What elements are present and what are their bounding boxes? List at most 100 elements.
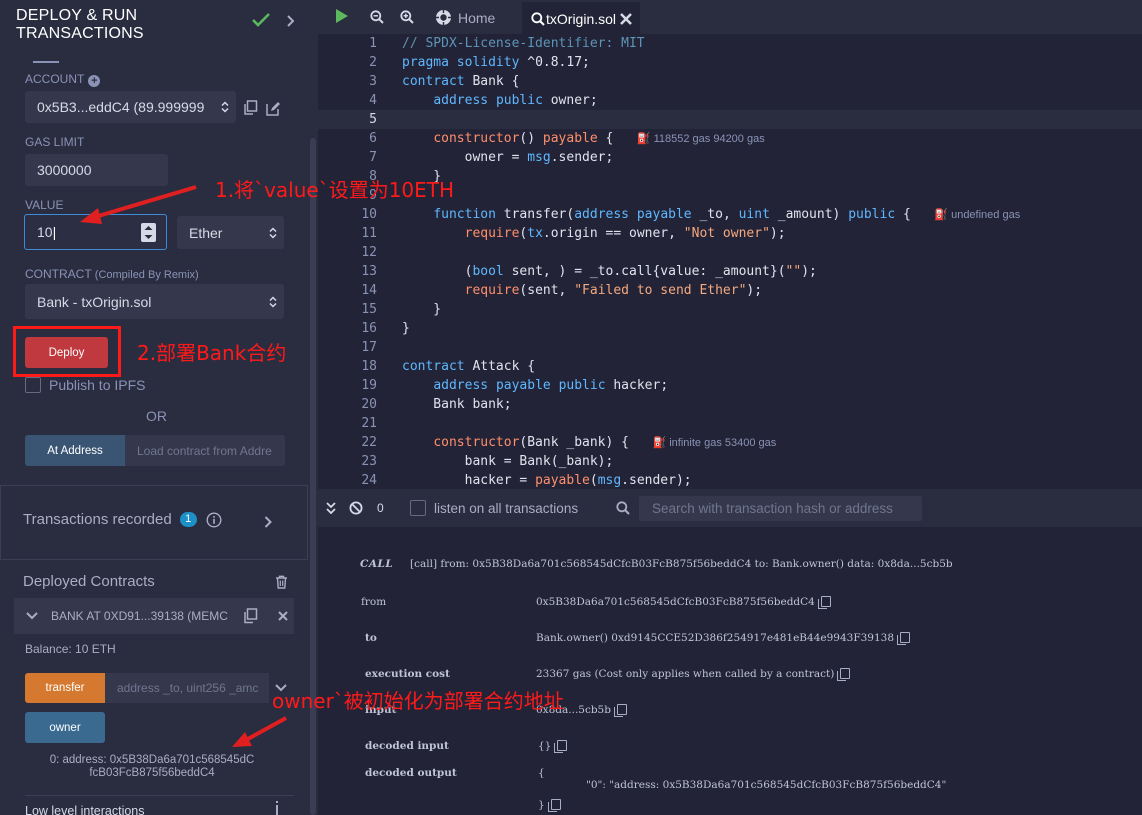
deploy-button[interactable]: Deploy	[25, 337, 108, 368]
clear-console-icon[interactable]	[349, 501, 363, 515]
contract-sublabel: (Compiled By Remix)	[94, 269, 199, 281]
check-icon[interactable]	[252, 13, 270, 27]
panel-title: DEPLOY & RUN TRANSACTIONS	[16, 7, 216, 43]
publish-ipfs-checkbox[interactable]	[25, 377, 41, 393]
or-label: OR	[146, 408, 167, 424]
line-number: 13	[361, 264, 377, 279]
tx-value-text: 0x5B38Da6a701c568545dCfcB03FcB875f56bedd…	[536, 596, 815, 608]
line-number: 17	[361, 340, 377, 355]
at-address-input[interactable]: Load contract from Addre	[125, 435, 285, 466]
owner-result: 0: address: 0x5B38Da6a701c568545dC fcB03…	[37, 754, 267, 780]
instance-header[interactable]: BANK AT 0XD91...39138 (MEMC	[14, 598, 294, 634]
code-line: 11 require(tx.origin == owner, "Not owne…	[318, 224, 1142, 243]
tx-value-text: {}	[538, 740, 552, 752]
value-unit-select[interactable]: Ether	[177, 216, 284, 249]
close-icon[interactable]	[278, 611, 288, 621]
copy-icon[interactable]	[243, 100, 258, 115]
code-line: 20 Bank bank;	[318, 395, 1142, 414]
account-label-text: ACCOUNT	[25, 72, 85, 86]
search-icon	[616, 501, 630, 515]
at-address-button[interactable]: At Address	[25, 435, 125, 466]
line-number: 24	[361, 473, 377, 488]
code-line: 19 address payable public hacker;	[318, 376, 1142, 395]
transactions-recorded-box[interactable]: Transactions recorded 1	[0, 485, 308, 560]
listen-label: listen on all transactions	[434, 501, 579, 516]
code-line: 14 require(sent, "Failed to send Ether")…	[318, 281, 1142, 300]
gas-limit-label: GAS LIMIT	[25, 135, 85, 149]
file-tab-label: txOrigin.sol	[546, 11, 617, 27]
zoom-in-icon[interactable]	[400, 10, 414, 24]
close-icon[interactable]	[620, 13, 632, 25]
copy-icon[interactable]	[554, 740, 568, 753]
code-line: 4 address public owner;	[318, 91, 1142, 110]
annotation-step3: owner`被初始化为部署合约地址	[272, 689, 564, 713]
tx-row-value: 0x5B38Da6a701c568545dCfcB03FcB875f56bedd…	[536, 596, 831, 609]
copy-icon[interactable]	[243, 608, 258, 624]
chevron-down-icon[interactable]	[26, 612, 38, 620]
code-line: 1// SPDX-License-Identifier: MIT	[318, 34, 1142, 53]
collapse-terminal-icon[interactable]	[326, 502, 336, 514]
copy-icon[interactable]	[817, 596, 831, 609]
gas-hint: 118552 gas 94200 gas	[653, 133, 765, 145]
account-label: ACCOUNT +	[25, 72, 101, 87]
publish-ipfs-row: Publish to IPFS	[25, 377, 146, 393]
tx-row-value: 23367 gas (Cost only applies when called…	[536, 668, 851, 681]
copy-icon[interactable]	[613, 704, 627, 717]
owner-button[interactable]: owner	[25, 712, 105, 743]
edit-icon[interactable]	[266, 101, 281, 116]
copy-icon[interactable]	[837, 668, 851, 681]
tx-row-value: {}	[538, 740, 568, 753]
account-select[interactable]: 0x5B3...eddC4 (89.999999	[25, 91, 236, 123]
annotation-step2: 2.部署Bank合约	[137, 341, 287, 365]
code-line: 15 }	[318, 300, 1142, 319]
copy-icon[interactable]	[547, 799, 561, 812]
plus-icon[interactable]: +	[88, 75, 101, 87]
line-number: 6	[369, 131, 377, 146]
deploy-run-panel: DEPLOY & RUN TRANSACTIONS ACCOUNT + 0x5B3…	[0, 0, 318, 815]
chevron-right-icon[interactable]	[286, 15, 296, 27]
trash-icon[interactable]	[275, 575, 288, 589]
listen-checkbox[interactable]	[410, 500, 426, 516]
at-address-placeholder: Load contract from Addre	[137, 443, 272, 458]
file-tab[interactable]: txOrigin.sol	[522, 0, 640, 34]
select-arrow-icon	[221, 101, 229, 113]
terminal-output: CALL [call] from: 0x5B38Da6a701c568545dC…	[318, 527, 1142, 815]
tx-row-key: decoded input	[365, 740, 449, 752]
owner-result-line1: 0: address: 0x5B38Da6a701c568545dC	[49, 754, 255, 766]
code-line: 13 (bool sent, ) = _to.call{value: _amou…	[318, 262, 1142, 281]
home-tab-label[interactable]: Home	[458, 10, 495, 26]
run-icon[interactable]	[335, 8, 349, 24]
tx-row-key: to	[365, 632, 377, 644]
call-header[interactable]: CALL [call] from: 0x5B38Da6a701c568545dC…	[360, 558, 953, 570]
transfer-args-input[interactable]: address _to, uint256 _amc	[105, 673, 269, 703]
tx-row-key: from	[361, 596, 387, 608]
chevron-right-icon[interactable]	[264, 516, 272, 528]
remix-home-icon[interactable]	[435, 9, 452, 26]
code-line: 22 constructor(Bank _bank) { ⛽ infinite …	[318, 433, 1142, 452]
tx-row-value: {	[538, 767, 545, 779]
terminal-search-input[interactable]: Search with transaction hash or address	[639, 496, 922, 521]
instance-balance: Balance: 10 ETH	[25, 642, 116, 656]
info-icon[interactable]	[206, 511, 222, 528]
tx-row-value: Bank.owner() 0xd9145CCE52D386f254917e481…	[536, 632, 911, 645]
line-number: 21	[361, 416, 377, 431]
tx-value-text: Bank.owner() 0xd9145CCE52D386f254917e481…	[536, 632, 895, 644]
zoom-out-icon[interactable]	[370, 10, 384, 24]
stepper-icon[interactable]	[141, 223, 156, 242]
value-input[interactable]: 10 |	[24, 214, 167, 250]
info-icon[interactable]	[274, 801, 280, 815]
gas-limit-input[interactable]: 3000000	[25, 154, 168, 186]
decoded-output-close-row: }	[538, 799, 561, 812]
code-line: 21	[318, 414, 1142, 433]
code-editor[interactable]: 1// SPDX-License-Identifier: MIT 2 pragma…	[318, 34, 1142, 489]
deployed-contracts-label: Deployed Contracts	[23, 573, 155, 590]
contract-select[interactable]: Bank - txOrigin.sol	[25, 284, 284, 319]
contract-value: Bank - txOrigin.sol	[37, 293, 152, 310]
line-number: 3	[369, 74, 377, 89]
instance-label: BANK AT 0XD91...39138 (MEMC	[51, 609, 228, 623]
contract-label: CONTRACT (Compiled By Remix)	[25, 267, 199, 281]
terminal-toolbar: 0 listen on all transactions Search with…	[318, 489, 1142, 527]
transfer-button[interactable]: transfer	[25, 673, 105, 703]
code-line: 10 function transfer(address payable _to…	[318, 205, 1142, 224]
copy-icon[interactable]	[897, 632, 911, 645]
